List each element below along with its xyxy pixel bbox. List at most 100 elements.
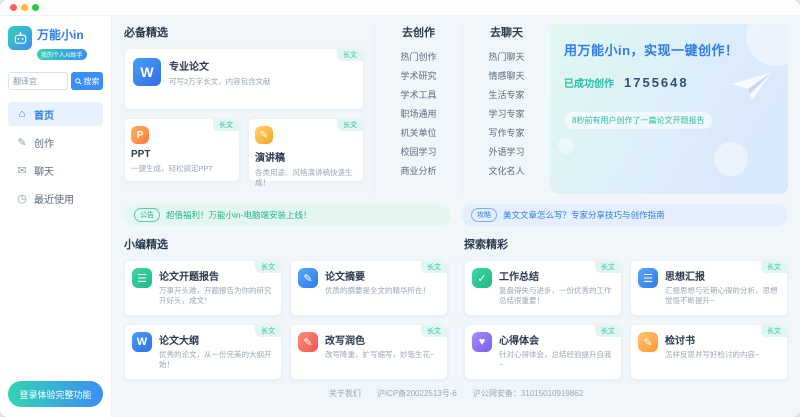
create-link[interactable]: 学术工具 [385, 86, 452, 105]
longform-tag: 长文 [595, 261, 621, 273]
promo-ticker: 8秒前有用户创作了一篇论文开题报告 [564, 112, 712, 129]
featured-title: 必备精选 [124, 24, 364, 40]
chat-link[interactable]: 文化名人 [473, 162, 540, 181]
card-abstract[interactable]: 长文 ✎ 论文摘要 优质的摘要是全文的精华所在！ [290, 260, 448, 316]
explore-section: 探索精彩 长文 ✓ 工作总结 复盘得失与进步，一份优秀的工作总结很重要！ 长文 [464, 236, 788, 380]
create-link[interactable]: 校园学习 [385, 143, 452, 162]
sidebar-item-label: 最近使用 [34, 191, 74, 206]
polish-icon: ✎ [298, 332, 318, 352]
card-speech[interactable]: 长文 ✎ 演讲稿 各类用途、风格演讲稿快速生成！ [248, 118, 364, 182]
app-name: 万能小in [37, 28, 84, 42]
title-bar [0, 0, 800, 16]
card-desc: 怎样反思并写好检讨的内容~ [665, 350, 759, 360]
home-icon: ⌂ [16, 108, 28, 120]
longform-tag: 长文 [761, 325, 787, 337]
card-desc: 改写降重，扩写缩写，妙笔生花~ [325, 350, 434, 360]
card-desc: 万事开头难，开题报告为你的研究开好头，成文！ [159, 286, 274, 306]
chat-link[interactable]: 热门聊天 [473, 48, 540, 67]
card-title: 检讨书 [665, 332, 759, 347]
card-thesis[interactable]: 长文 W 专业论文 可写2万字长文，内容包含文献 [124, 48, 364, 110]
create-column: 去创作 热门创作 学术研究 学术工具 职场通用 机关单位 校园学习 商业分析 [374, 24, 452, 194]
icp-link[interactable]: 沪ICP备20022513号-6 [377, 388, 457, 399]
robot-logo-icon [8, 26, 32, 50]
chat-link[interactable]: 写作专家 [473, 124, 540, 143]
card-desc: 复盘得失与进步，一份优秀的工作总结很重要！ [499, 286, 614, 306]
card-title: 改写润色 [325, 332, 434, 347]
longform-tag: 长文 [337, 119, 363, 131]
sidebar-item-label: 聊天 [34, 163, 54, 178]
about-link[interactable]: 关于我们 [329, 388, 361, 399]
chat-column: 去聊天 热门聊天 情感聊天 生活专家 学习专家 写作专家 外语学习 文化名人 [462, 24, 540, 194]
insight-icon: ♥ [472, 332, 492, 352]
card-title: 论文摘要 [325, 268, 430, 283]
card-desc: 针对心得体会，总结经验提升自我~ [499, 350, 614, 370]
promo-headline: 用万能小in，实现一键创作！ [564, 40, 774, 59]
create-link[interactable]: 商业分析 [385, 162, 452, 181]
footer: 关于我们 沪ICP备20022513号-6 沪公网安备：310150109198… [124, 388, 788, 401]
chat-link[interactable]: 外语学习 [473, 143, 540, 162]
create-link[interactable]: 学术研究 [385, 67, 452, 86]
main-content: 必备精选 长文 W 专业论文 可写2万字长文，内容包含文献 长文 P [112, 16, 800, 417]
card-proposal[interactable]: 长文 ☰ 论文开题报告 万事开头难，开题报告为你的研究开好头，成文！ [124, 260, 282, 316]
card-desc: 一键生成，轻松搞定PPT [131, 164, 233, 174]
editor-picks-section: 小编精选 长文 ☰ 论文开题报告 万事开头难，开题报告为你的研究开好头，成文！ … [124, 236, 448, 380]
create-title: 去创作 [385, 24, 452, 40]
announcement-banner[interactable]: 公告 超值福利！万能小in-电脑端安装上线！ [124, 204, 451, 226]
announcement-text: 超值福利！万能小in-电脑端安装上线！ [166, 209, 311, 221]
promo-panel: 用万能小in，实现一键创作！ 已成功创作 1755648 8秒前有用户创作了一篇… [550, 24, 788, 194]
longform-tag: 长文 [213, 119, 239, 131]
outline-icon: W [132, 332, 152, 352]
card-desc: 可写2万字长文，内容包含文献 [169, 77, 271, 87]
explore-title: 探索精彩 [464, 236, 788, 252]
search-input[interactable] [8, 72, 68, 90]
chat-icon: ✉ [16, 164, 28, 177]
card-thought-report[interactable]: 长文 ☰ 思想汇报 汇报思想与近期心得的分析，思想觉悟不断提升~ [630, 260, 788, 316]
sidebar-item-chat[interactable]: ✉ 聊天 [8, 158, 103, 182]
edit-icon: ✎ [16, 136, 28, 149]
longform-tag: 长文 [337, 49, 363, 61]
create-link[interactable]: 热门创作 [385, 48, 452, 67]
card-polish[interactable]: 长文 ✎ 改写润色 改写降重，扩写缩写，妙笔生花~ [290, 324, 448, 380]
card-self-review[interactable]: 长文 ✎ 检讨书 怎样反思并写好检讨的内容~ [630, 324, 788, 380]
report-icon: ☰ [132, 268, 152, 288]
abstract-icon: ✎ [298, 268, 318, 288]
police-link[interactable]: 沪公网安备：31015010919862 [473, 388, 583, 399]
maximize-window-icon[interactable] [32, 4, 39, 11]
sidebar-item-create[interactable]: ✎ 创作 [8, 130, 103, 154]
chat-link[interactable]: 情感聊天 [473, 67, 540, 86]
longform-tag: 长文 [761, 261, 787, 273]
sidebar-item-home[interactable]: ⌂ 首页 [8, 102, 103, 126]
app-window: 万能小in 我的个人AI助手 搜索 ⌂ 首页 ✎ 创作 [0, 0, 800, 417]
clock-icon: ◷ [16, 192, 28, 205]
card-work-summary[interactable]: 长文 ✓ 工作总结 复盘得失与进步，一份优秀的工作总结很重要！ [464, 260, 622, 316]
promo-stat-value: 1755648 [624, 75, 689, 90]
create-link[interactable]: 机关单位 [385, 124, 452, 143]
minimize-window-icon[interactable] [21, 4, 28, 11]
card-ppt[interactable]: 长文 P PPT 一键生成，轻松搞定PPT [124, 118, 240, 182]
card-desc: 优质的摘要是全文的精华所在！ [325, 286, 430, 296]
summary-icon: ✓ [472, 268, 492, 288]
chat-link[interactable]: 生活专家 [473, 86, 540, 105]
card-outline[interactable]: 长文 W 论文大纲 优秀的论文，从一份完美的大纲开始！ [124, 324, 282, 380]
chat-link[interactable]: 学习专家 [473, 105, 540, 124]
picks-title: 小编精选 [124, 236, 448, 252]
guide-banner[interactable]: 攻略 美文文章怎么写？专家分享技巧与创作指南 [461, 204, 788, 226]
sidebar-item-recent[interactable]: ◷ 最近使用 [8, 186, 103, 210]
create-link[interactable]: 职场通用 [385, 105, 452, 124]
card-insight[interactable]: 长文 ♥ 心得体会 针对心得体会，总结经验提升自我~ [464, 324, 622, 380]
card-title: PPT [131, 149, 233, 160]
sidebar: 万能小in 我的个人AI助手 搜索 ⌂ 首页 ✎ 创作 [0, 16, 112, 417]
sidebar-item-label: 首页 [34, 107, 54, 122]
login-button[interactable]: 登录体验完整功能 [8, 381, 103, 407]
longform-tag: 长文 [595, 325, 621, 337]
search-icon [75, 78, 82, 85]
app-tagline: 我的个人AI助手 [37, 49, 87, 60]
search-button[interactable]: 搜索 [71, 72, 103, 90]
sidebar-item-label: 创作 [34, 135, 54, 150]
close-window-icon[interactable] [10, 4, 17, 11]
review-icon: ✎ [638, 332, 658, 352]
announcement-badge: 公告 [134, 208, 160, 222]
longform-tag: 长文 [421, 261, 447, 273]
sidebar-menu: ⌂ 首页 ✎ 创作 ✉ 聊天 ◷ 最近使用 [8, 102, 103, 210]
guide-text: 美文文章怎么写？专家分享技巧与创作指南 [503, 209, 665, 221]
